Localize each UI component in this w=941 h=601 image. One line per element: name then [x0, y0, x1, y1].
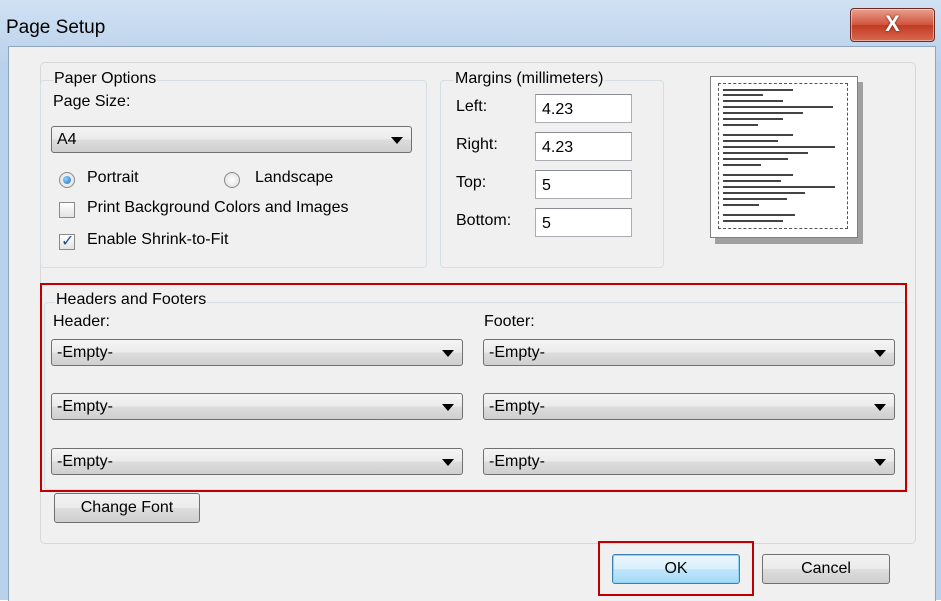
window-title: Page Setup: [6, 17, 106, 38]
preview-line: [723, 158, 788, 160]
preview-line: [723, 174, 793, 176]
shrink-to-fit-checkbox[interactable]: [59, 231, 75, 251]
paper-options-legend: Paper Options: [53, 70, 158, 88]
print-background-label: Print Background Colors and Images: [87, 199, 349, 216]
close-button[interactable]: X: [850, 8, 935, 42]
margin-bottom-value: 5: [542, 215, 551, 232]
preview-line: [723, 204, 759, 206]
preview-line: [723, 89, 793, 91]
preview-line: [723, 220, 783, 222]
preview-line: [723, 186, 835, 188]
margins-legend: Margins (millimeters): [454, 70, 605, 88]
preview-line: [723, 124, 758, 126]
preview-line: [723, 164, 761, 166]
page-size-value: A4: [57, 131, 77, 148]
print-background-checkbox[interactable]: [59, 202, 75, 218]
preview-line: [723, 146, 835, 148]
change-font-button[interactable]: Change Font: [54, 493, 200, 523]
page-size-label: Page Size:: [53, 93, 131, 110]
margin-top-value: 5: [542, 177, 551, 194]
preview-line: [723, 134, 793, 136]
preview-line: [723, 198, 787, 200]
margin-top-input[interactable]: 5: [535, 170, 632, 199]
margin-top-label: Top:: [456, 174, 487, 191]
preview-line: [723, 100, 783, 102]
preview-line: [723, 140, 778, 142]
preview-line: [723, 118, 783, 120]
preview-line: [723, 112, 803, 114]
preview-line: [723, 192, 805, 194]
margin-left-value: 4.23: [542, 101, 574, 118]
chevron-down-icon: [391, 137, 403, 144]
margin-left-label: Left:: [456, 98, 488, 115]
margin-right-label: Right:: [456, 136, 498, 153]
page-preview: [710, 76, 858, 238]
page-size-select[interactable]: A4: [51, 126, 412, 153]
portrait-radio[interactable]: [59, 172, 75, 188]
preview-line: [723, 214, 795, 216]
landscape-radio[interactable]: [224, 172, 240, 188]
close-icon: X: [885, 11, 900, 36]
preview-line: [723, 94, 763, 96]
preview-line: [723, 152, 808, 154]
margin-bottom-input[interactable]: 5: [535, 208, 632, 237]
page-setup-window: Page Setup X Paper Options Page Size: A4…: [0, 0, 941, 601]
margin-left-input[interactable]: 4.23: [535, 94, 632, 123]
portrait-label: Portrait: [87, 169, 139, 186]
ok-button-highlight: [598, 541, 754, 596]
margin-bottom-label: Bottom:: [456, 212, 512, 229]
margin-right-value: 4.23: [542, 139, 574, 156]
preview-line: [723, 180, 781, 182]
preview-line: [723, 106, 833, 108]
page-preview-content: [718, 83, 848, 229]
shrink-to-fit-label: Enable Shrink-to-Fit: [87, 231, 229, 248]
headers-footers-highlight: [40, 283, 907, 492]
margin-right-input[interactable]: 4.23: [535, 132, 632, 161]
cancel-button[interactable]: Cancel: [762, 554, 890, 584]
landscape-label: Landscape: [255, 169, 334, 186]
